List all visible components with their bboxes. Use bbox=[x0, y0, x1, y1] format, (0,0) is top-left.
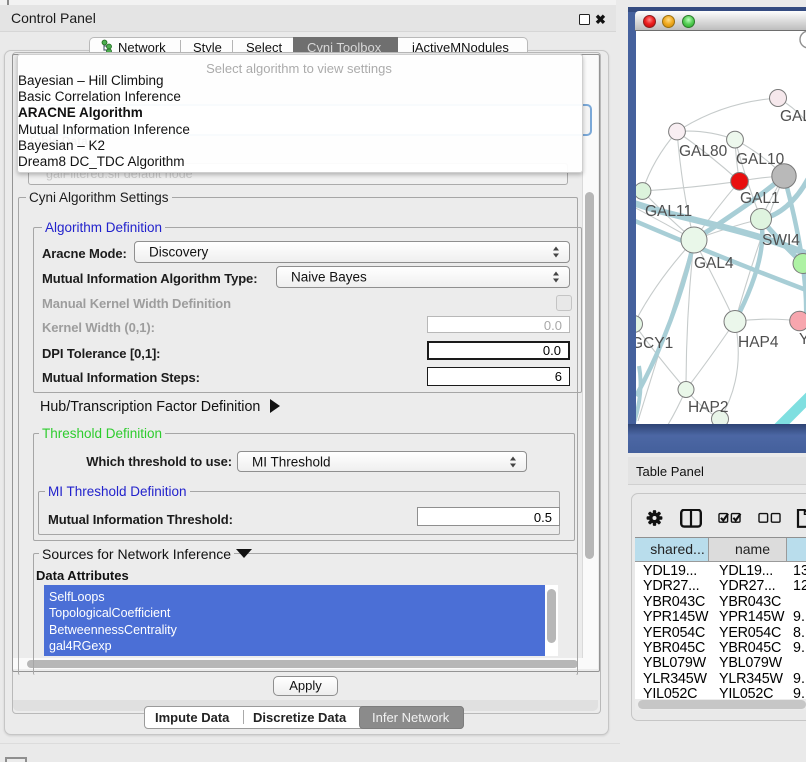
svg-text:GAL4: GAL4 bbox=[694, 255, 734, 272]
svg-text:SWI4: SWI4 bbox=[762, 232, 800, 249]
svg-text:GAL10: GAL10 bbox=[736, 151, 785, 168]
svg-text:Y: Y bbox=[799, 331, 806, 348]
svg-text:HAP2: HAP2 bbox=[688, 399, 729, 416]
svg-text:GAL11: GAL11 bbox=[645, 203, 692, 220]
svg-text:GAL1: GAL1 bbox=[740, 190, 780, 207]
svg-text:GAL80: GAL80 bbox=[679, 143, 728, 160]
svg-text:GCY1: GCY1 bbox=[636, 335, 673, 352]
svg-text:GAL: GAL bbox=[780, 108, 806, 125]
svg-text:HAP4: HAP4 bbox=[738, 334, 779, 351]
